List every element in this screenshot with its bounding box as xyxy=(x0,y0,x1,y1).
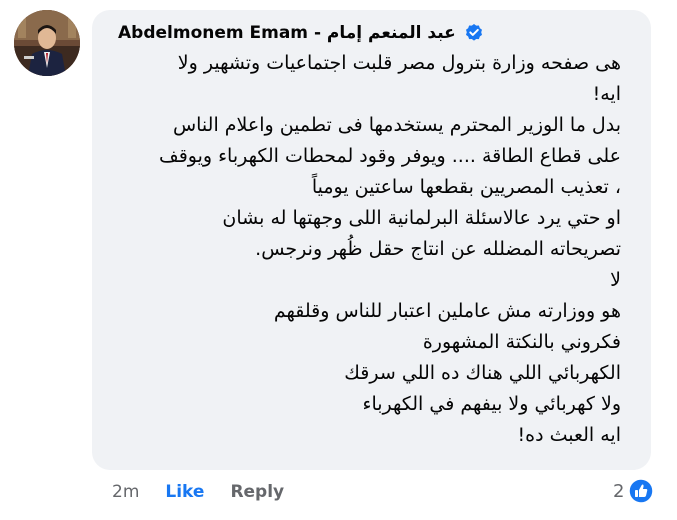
comment-line: ولا كهربائي ولا بيفهم في الكهرباء xyxy=(362,393,621,415)
comment-header: Abdelmonem Emam - عبد المنعم إمام xyxy=(118,19,635,47)
avatar[interactable] xyxy=(14,10,80,76)
reaction-count: 2 xyxy=(613,480,625,502)
comment-line: هى صفحه وزارة بترول مصر قلبت اجتماعيات و… xyxy=(177,52,621,74)
comment-line: ، تعذيب المصريين بقطعها ساعتين يومياً xyxy=(311,176,621,198)
timestamp[interactable]: 2m xyxy=(112,482,139,502)
comment-bubble: Abdelmonem Emam - عبد المنعم إمام هى صفح… xyxy=(92,10,651,470)
reply-button[interactable]: Reply xyxy=(230,482,284,502)
comment-line: تصريحاته المضلله عن انتاج حقل ظُهر ونرجس… xyxy=(255,238,621,260)
profile-photo xyxy=(14,10,80,76)
comment-line: هو ووزارته مش عاملين اعتبار للناس وقلقهم xyxy=(273,300,621,322)
comment-line: على قطاع الطاقة .... ويوفر وقود لمحطات ا… xyxy=(159,145,621,167)
verified-badge-icon xyxy=(464,23,484,43)
comment-line: لا xyxy=(610,269,621,291)
comment-line: فكروني بالنكتة المشهورة xyxy=(422,331,621,353)
comment-line: بدل ما الوزير المحترم يستخدمها فى تطمين … xyxy=(172,114,621,136)
author-name[interactable]: Abdelmonem Emam - عبد المنعم إمام xyxy=(118,23,456,43)
comment-line: ايه! xyxy=(592,83,621,105)
comment-line: او حتي يرد عالاسئلة البرلمانية اللى وجهت… xyxy=(222,207,621,229)
like-button[interactable]: Like xyxy=(165,482,204,502)
comment-line: الكهربائي اللي هناك ده اللي سرقك xyxy=(344,362,621,384)
comment-actions: 2m Like Reply xyxy=(112,478,284,506)
comment-line: ايه العبث ده! xyxy=(517,424,622,446)
comment-body: هى صفحه وزارة بترول مصر قلبت اجتماعيات و… xyxy=(108,48,635,451)
like-reaction-icon xyxy=(628,478,655,504)
reaction-summary[interactable]: 2 xyxy=(613,477,655,505)
